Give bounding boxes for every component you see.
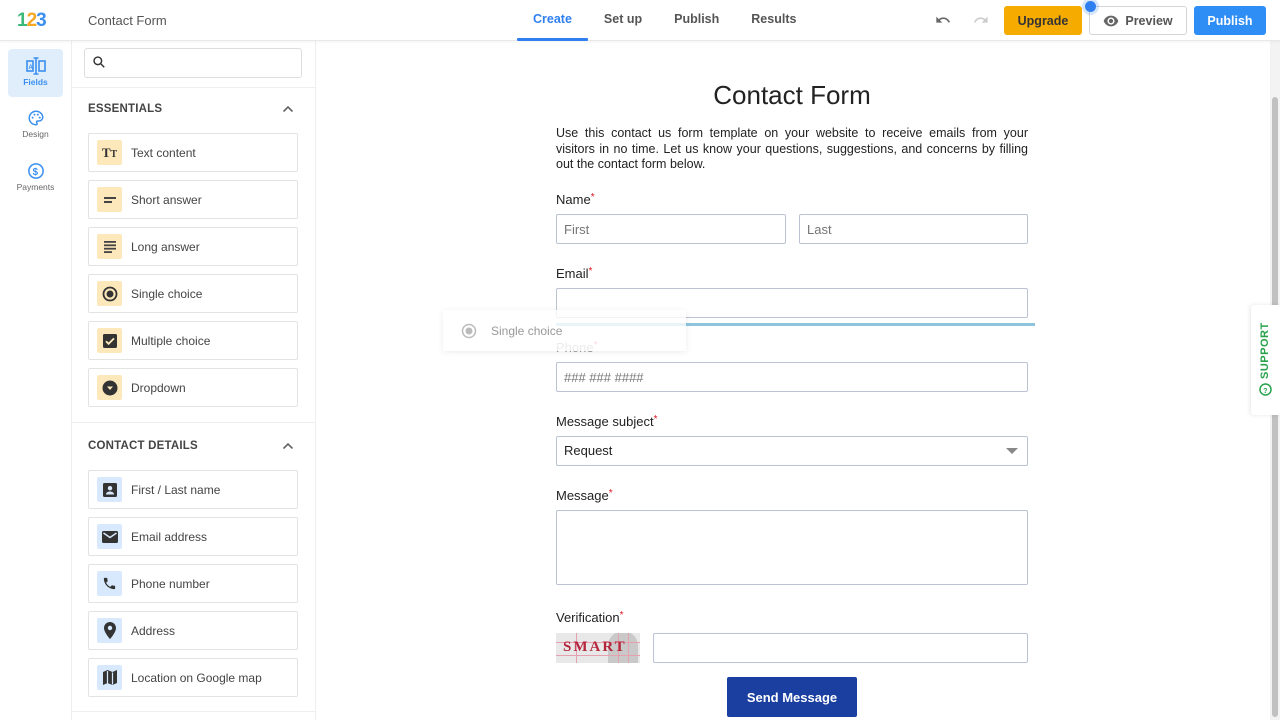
upgrade-button[interactable]: Upgrade <box>1004 6 1082 35</box>
preview-button[interactable]: Preview <box>1089 6 1187 35</box>
field-item-short-answer[interactable]: Short answer <box>88 180 298 219</box>
chevron-up-icon[interactable] <box>282 442 294 450</box>
message-label: Message* <box>556 488 613 503</box>
field-item-multiple-choice[interactable]: Multiple choice <box>88 321 298 360</box>
left-rail: A Fields Design $ Payments <box>0 41 72 720</box>
contact-card-icon <box>97 477 122 502</box>
logo[interactable]: 123 <box>17 11 47 30</box>
main-tabs: Create Set up Publish Results <box>517 0 812 41</box>
field-item-dropdown[interactable]: Dropdown <box>88 368 298 407</box>
tab-create[interactable]: Create <box>517 0 588 41</box>
message-subject-label: Message subject* <box>556 414 658 429</box>
rail-label: Design <box>22 129 49 139</box>
short-answer-icon <box>97 187 122 212</box>
fields-panel: ESSENTIALS TT Text content Short answer … <box>72 41 316 720</box>
field-item-phone-number[interactable]: Phone number <box>88 564 298 603</box>
phone-icon <box>97 571 122 596</box>
chevron-down-icon[interactable] <box>1006 448 1018 454</box>
field-item-text-content[interactable]: TT Text content <box>88 133 298 172</box>
help-circle-icon: ? <box>1259 383 1272 396</box>
section-title-contact-details: CONTACT DETAILS <box>88 440 198 452</box>
phone-input[interactable] <box>556 362 1028 392</box>
notification-dot[interactable] <box>1085 1 1096 12</box>
field-item-location-on-google-map[interactable]: Location on Google map <box>88 658 298 697</box>
dollar-icon: $ <box>27 163 44 179</box>
support-tab[interactable]: SUPPORT ? <box>1251 305 1280 415</box>
form-title[interactable]: Contact Form <box>556 80 1028 111</box>
rail-item-fields[interactable]: A Fields <box>8 49 63 97</box>
long-answer-icon <box>97 234 122 259</box>
last-name-input[interactable] <box>799 214 1028 244</box>
field-item-email-address[interactable]: Email address <box>88 517 298 556</box>
field-item-address[interactable]: Address <box>88 611 298 650</box>
message-textarea[interactable] <box>556 510 1028 585</box>
message-subject-select[interactable]: Request <box>556 436 1028 466</box>
undo-icon[interactable] <box>934 12 952 28</box>
field-item-first-last-name[interactable]: First / Last name <box>88 470 298 509</box>
field-item-long-answer[interactable]: Long answer <box>88 227 298 266</box>
top-bar: 123 Contact Form Create Set up Publish R… <box>0 0 1280 41</box>
radio-icon <box>461 323 477 338</box>
preview-label: Preview <box>1125 13 1173 28</box>
checkbox-icon <box>97 328 122 353</box>
first-name-input[interactable] <box>556 214 786 244</box>
email-label: Email* <box>556 266 593 281</box>
tab-set-up[interactable]: Set up <box>588 0 658 41</box>
section-title-essentials: ESSENTIALS <box>88 103 163 115</box>
rail-label: Payments <box>16 182 55 192</box>
envelope-icon <box>97 524 122 549</box>
name-label: Name* <box>556 192 595 207</box>
publish-button[interactable]: Publish <box>1194 6 1266 35</box>
rail-label: Fields <box>23 77 48 87</box>
form-description[interactable]: Use this contact us form template on you… <box>556 126 1028 173</box>
radio-icon <box>97 281 122 306</box>
redo-icon[interactable] <box>972 12 990 28</box>
verification-input[interactable] <box>653 633 1028 663</box>
map-icon <box>97 665 122 690</box>
map-pin-icon <box>97 618 122 643</box>
svg-text:?: ? <box>1263 386 1268 395</box>
dropdown-icon <box>97 375 122 400</box>
svg-text:$: $ <box>32 167 38 178</box>
svg-text:A: A <box>28 65 33 71</box>
divider <box>72 711 315 712</box>
verification-label: Verification* <box>556 610 624 625</box>
rail-item-payments[interactable]: $ Payments <box>8 154 63 202</box>
send-message-button[interactable]: Send Message <box>727 677 857 717</box>
rail-item-design[interactable]: Design <box>8 101 63 149</box>
palette-icon <box>28 110 44 126</box>
drag-ghost-single-choice[interactable]: Single choice <box>443 310 686 351</box>
search-icon <box>93 56 105 68</box>
fields-icon: A <box>25 57 46 75</box>
form-name[interactable]: Contact Form <box>88 13 167 28</box>
search-input[interactable] <box>84 48 302 78</box>
divider <box>72 422 315 423</box>
text-icon: TT <box>97 140 122 165</box>
tab-results[interactable]: Results <box>735 0 812 41</box>
divider <box>72 87 315 88</box>
tab-publish[interactable]: Publish <box>658 0 735 41</box>
chevron-up-icon[interactable] <box>282 105 294 113</box>
field-item-single-choice[interactable]: Single choice <box>88 274 298 313</box>
eye-icon <box>1104 15 1119 26</box>
captcha-image: SMART <box>556 633 640 663</box>
